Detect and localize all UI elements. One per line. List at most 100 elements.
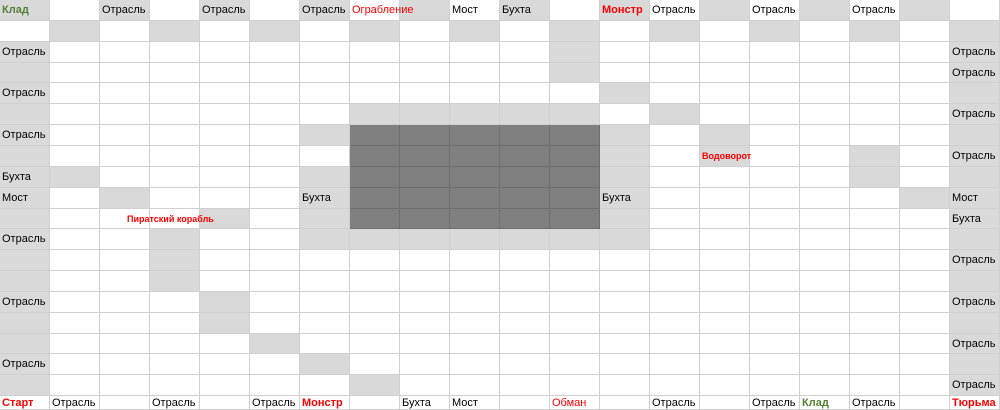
grid-cell[interactable] (800, 229, 850, 250)
grid-cell[interactable] (850, 21, 900, 42)
grid-cell[interactable] (200, 396, 250, 410)
grid-cell[interactable] (250, 83, 300, 104)
grid-cell[interactable] (800, 167, 850, 188)
grid-cell[interactable] (250, 354, 300, 375)
grid-cell[interactable] (950, 21, 1000, 42)
grid-cell[interactable] (150, 63, 200, 83)
grid-cell[interactable] (700, 292, 750, 313)
grid-cell[interactable] (50, 250, 100, 271)
grid-cell[interactable] (200, 354, 250, 375)
grid-cell[interactable] (900, 209, 950, 229)
grid-cell[interactable] (350, 292, 400, 313)
grid-cell[interactable] (100, 104, 150, 125)
grid-cell[interactable] (200, 42, 250, 63)
grid-cell[interactable] (500, 42, 550, 63)
grid-cell[interactable] (400, 209, 450, 229)
grid-cell[interactable] (150, 0, 200, 21)
grid-cell[interactable] (250, 125, 300, 146)
grid-cell[interactable] (350, 271, 400, 292)
grid-cell[interactable] (650, 292, 700, 313)
grid-cell[interactable] (600, 313, 650, 334)
grid-cell[interactable] (400, 146, 450, 167)
grid-cell[interactable] (750, 21, 800, 42)
grid-cell[interactable] (0, 42, 50, 63)
grid-cell[interactable] (350, 313, 400, 334)
grid-cell[interactable] (950, 83, 1000, 104)
grid-cell[interactable] (450, 229, 500, 250)
grid-cell[interactable] (150, 21, 200, 42)
grid-cell[interactable] (950, 125, 1000, 146)
grid-cell[interactable] (350, 188, 400, 209)
grid-cell[interactable] (950, 104, 1000, 125)
grid-cell[interactable] (150, 313, 200, 334)
grid-cell[interactable] (600, 167, 650, 188)
grid-cell[interactable] (200, 313, 250, 334)
grid-cell[interactable] (100, 209, 150, 229)
grid-cell[interactable] (700, 375, 750, 396)
grid-cell[interactable] (450, 334, 500, 354)
grid-cell[interactable] (950, 292, 1000, 313)
grid-cell[interactable] (750, 188, 800, 209)
grid-cell[interactable] (300, 42, 350, 63)
grid-cell[interactable] (400, 167, 450, 188)
grid-cell[interactable] (0, 229, 50, 250)
grid-cell[interactable] (0, 125, 50, 146)
grid-cell[interactable] (800, 375, 850, 396)
grid-cell[interactable] (650, 63, 700, 83)
grid-cell[interactable] (500, 63, 550, 83)
grid-cell[interactable] (600, 63, 650, 83)
grid-cell[interactable] (100, 334, 150, 354)
grid-cell[interactable] (200, 229, 250, 250)
grid-cell[interactable] (650, 104, 700, 125)
grid-cell[interactable] (750, 209, 800, 229)
grid-cell[interactable] (200, 125, 250, 146)
grid-cell[interactable] (450, 292, 500, 313)
grid-cell[interactable] (0, 63, 50, 83)
grid-cell[interactable] (900, 125, 950, 146)
grid-cell[interactable] (150, 104, 200, 125)
grid-cell[interactable] (650, 42, 700, 63)
grid-cell[interactable] (850, 250, 900, 271)
grid-cell[interactable] (350, 63, 400, 83)
grid-cell[interactable] (550, 42, 600, 63)
grid-cell[interactable] (150, 188, 200, 209)
grid-cell[interactable] (100, 167, 150, 188)
grid-cell[interactable] (50, 21, 100, 42)
grid-cell[interactable] (800, 209, 850, 229)
grid-cell[interactable] (600, 42, 650, 63)
grid-cell[interactable] (100, 125, 150, 146)
grid-cell[interactable] (850, 188, 900, 209)
grid-cell[interactable] (450, 188, 500, 209)
grid-cell[interactable] (400, 63, 450, 83)
grid-cell[interactable] (700, 313, 750, 334)
grid-cell[interactable] (850, 271, 900, 292)
grid-cell[interactable] (600, 83, 650, 104)
grid-cell[interactable] (750, 146, 800, 167)
grid-cell[interactable] (800, 21, 850, 42)
grid-cell[interactable] (950, 146, 1000, 167)
grid-cell[interactable] (100, 375, 150, 396)
grid-cell[interactable] (800, 396, 850, 410)
grid-cell[interactable] (0, 167, 50, 188)
grid-cell[interactable] (300, 146, 350, 167)
grid-cell[interactable] (50, 42, 100, 63)
grid-cell[interactable] (250, 292, 300, 313)
grid-cell[interactable] (600, 396, 650, 410)
grid-cell[interactable] (750, 271, 800, 292)
grid-cell[interactable] (100, 313, 150, 334)
grid-cell[interactable] (250, 334, 300, 354)
grid-cell[interactable] (150, 167, 200, 188)
grid-cell[interactable] (600, 209, 650, 229)
grid-cell[interactable] (0, 334, 50, 354)
grid-cell[interactable] (800, 334, 850, 354)
grid-cell[interactable] (250, 21, 300, 42)
grid-cell[interactable] (500, 188, 550, 209)
grid-cell[interactable] (500, 104, 550, 125)
grid-cell[interactable] (150, 271, 200, 292)
grid-cell[interactable] (800, 104, 850, 125)
grid-cell[interactable] (100, 229, 150, 250)
grid-cell[interactable] (550, 188, 600, 209)
grid-cell[interactable] (50, 292, 100, 313)
grid-cell[interactable] (550, 229, 600, 250)
grid-cell[interactable] (700, 146, 750, 167)
